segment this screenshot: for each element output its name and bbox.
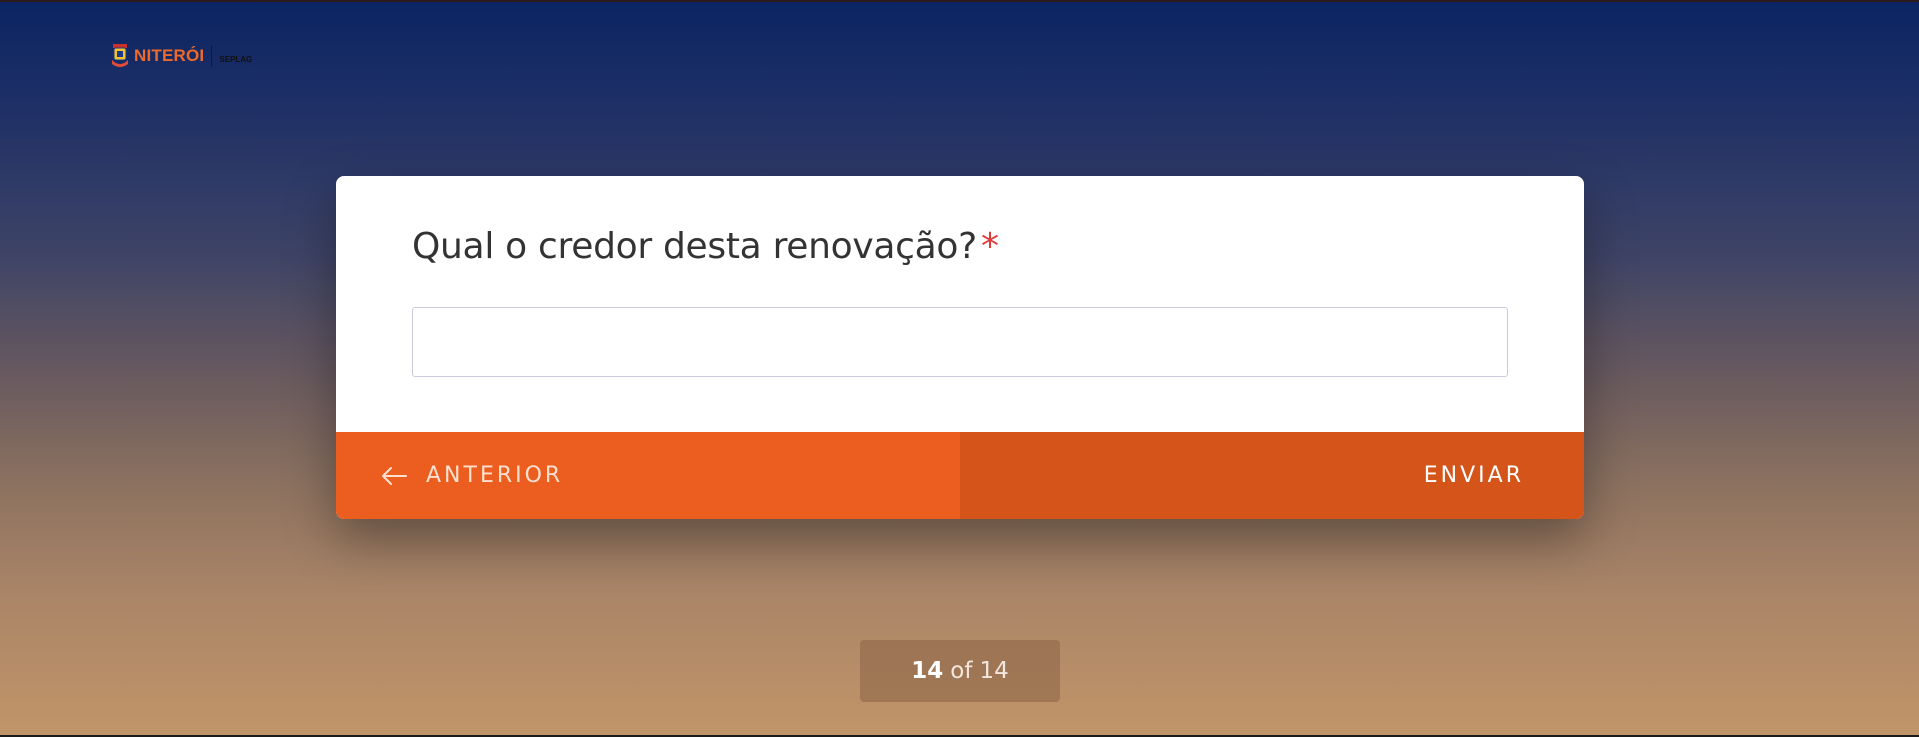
arrow-left-icon — [382, 466, 407, 485]
logo-subtext: SEPLAG — [219, 54, 253, 64]
niteroi-crest-icon — [112, 44, 128, 67]
progress-current: 14 — [911, 658, 944, 684]
card-footer: ANTERIOR ENVIAR — [336, 432, 1584, 519]
logo: NITERÓI SEPLAG — [110, 42, 252, 70]
logo-text: NITERÓI — [134, 46, 205, 65]
question-title: Qual o credor desta renovação? * — [412, 226, 999, 267]
previous-button-label: ANTERIOR — [426, 463, 564, 488]
submit-button[interactable]: ENVIAR — [960, 432, 1584, 519]
question-card: Qual o credor desta renovação? * ANTERIOR… — [336, 176, 1584, 519]
submit-button-label: ENVIAR — [1423, 463, 1524, 488]
progress-separator: of — [950, 658, 973, 684]
required-marker: * — [980, 226, 999, 267]
logo-divider — [211, 45, 213, 67]
answer-input[interactable] — [412, 307, 1508, 377]
top-border — [0, 0, 1919, 2]
page: NITERÓI SEPLAG Qual o credor desta renov… — [0, 0, 1919, 737]
progress-indicator: 14 of 14 — [860, 640, 1060, 702]
previous-button[interactable]: ANTERIOR — [336, 432, 960, 519]
question-text: Qual o credor desta renovação? — [412, 226, 977, 267]
progress-total: 14 — [979, 658, 1009, 684]
